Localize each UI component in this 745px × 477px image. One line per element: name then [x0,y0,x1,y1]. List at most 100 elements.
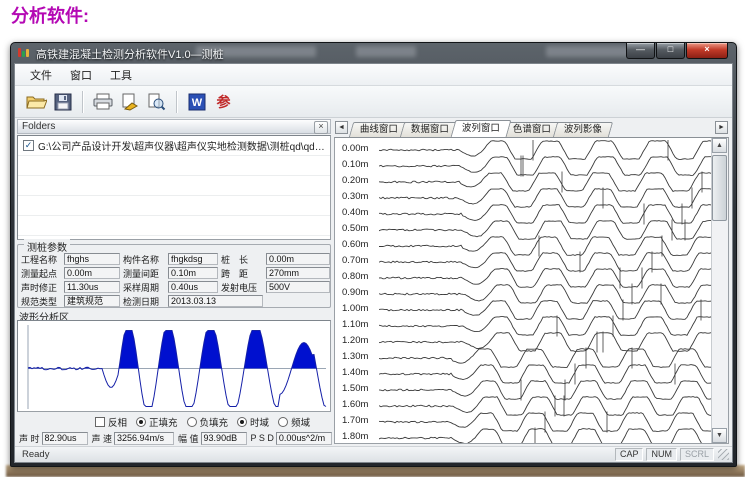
toolbar-separator [176,91,177,113]
param-field[interactable]: 0.40us [168,281,218,293]
folders-list[interactable]: ✓ G:\公司产品设计开发\超声仪器\超声仪实地检测数据\测桩qd\qd03\qd… [17,135,331,240]
wave-train-plot [379,140,715,444]
radio-icon [237,417,247,427]
param-field[interactable]: 11.30us [64,281,120,293]
titlebar-glass-smudge [356,46,416,57]
depth-label: 0.00m [342,143,368,154]
param-field[interactable]: 500V [266,281,330,293]
tab-strip: ◄ ► 曲线窗口数据窗口波列窗口色谱窗口波列影像 [334,119,729,137]
print-export-icon[interactable] [116,89,143,114]
invert-label: 反相 [108,415,127,429]
checkbox-icon [95,417,105,427]
svg-text:W: W [191,97,202,109]
depth-label: 0.80m [342,271,368,282]
status-cap: CAP [615,448,644,461]
window-body: 文件窗口工具 W参 Folders × ✓G:\公司产品设计开发\超声仪器\超声… [14,63,733,463]
param-field[interactable]: 270mm [266,267,330,279]
fill-negative-radio[interactable]: 负填充 [187,415,229,429]
waveform-options-row: 反相 正填充 负填充时域频域 [17,415,331,429]
depth-label: 0.20m [342,175,368,186]
print-icon[interactable] [89,89,116,114]
tab-scroll-left-icon[interactable]: ◄ [335,121,348,134]
toolbar-group-2: W参 [180,89,240,114]
freq-domain-radio[interactable]: 频域 [278,415,310,429]
word-icon[interactable]: W [183,89,210,114]
toolbar: W参 [15,86,732,118]
radio-icon [278,417,288,427]
param-field[interactable]: 2013.03.13 [168,295,263,307]
menu-item-tools[interactable]: 工具 [101,65,141,85]
psd-value[interactable]: 0.00us^2/m [276,432,332,445]
status-indicators: CAPNUMSCRL [612,448,714,461]
window-title: 高铁建混凝土检测分析软件V1.0—测桩 [36,46,224,62]
scroll-up-icon[interactable]: ▲ [712,138,727,153]
tab-scroll-right-icon[interactable]: ► [715,121,728,134]
folder-list-item[interactable]: ✓ G:\公司产品设计开发\超声仪器\超声仪实地检测数据\测桩qd\qd03\qd… [18,136,330,155]
minimize-icon: — [636,44,645,54]
folder-path-label: G:\公司产品设计开发\超声仪器\超声仪实地检测数据\测桩qd\qd03\qd0… [38,138,330,153]
fill-positive-radio[interactable]: 正填充 [136,415,178,429]
tab-label: 数据窗口 [411,123,449,137]
param-label: 测量间距 [123,267,165,280]
pile-params-grid: 工程名称fhghs构件名称fhgkdsg桩 长0.00m测量起点0.00m测量间… [21,253,327,305]
close-icon: × [704,44,709,54]
tab-label: 色谱窗口 [513,123,551,137]
param-label: 检测日期 [123,295,165,308]
depth-label: 1.60m [342,399,368,410]
depth-label: 0.50m [342,223,368,234]
fill-positive-label: 正填充 [149,415,178,429]
amplitude-value[interactable]: 93.90dB [201,432,247,445]
sound-time-value[interactable]: 82.90us [42,432,88,445]
param-field[interactable]: 0.00m [64,267,120,279]
depth-label: 0.60m [342,239,368,250]
main-area: Folders × ✓G:\公司产品设计开发\超声仪器\超声仪实地检测数据\测桩… [15,118,732,446]
readouts-row: 声 时82.90us声 速3256.94m/s幅 值93.90dBP S D0.… [17,431,333,445]
title-bar[interactable]: 高铁建混凝土检测分析软件V1.0—测桩 — □ × [11,43,736,63]
maximize-button[interactable]: □ [656,43,685,59]
param-label: 桩 长 [221,253,263,266]
close-button[interactable]: × [686,43,728,59]
param-field[interactable]: fhgkdsg [168,253,218,265]
open-folder-icon[interactable] [22,89,49,114]
status-bar: Ready CAPNUMSCRL [15,446,732,462]
param-field[interactable]: fhghs [64,253,120,265]
vertical-scrollbar[interactable]: ▲ ▼ [711,138,728,443]
reference-icon[interactable]: 参 [210,89,237,114]
status-text: Ready [18,449,49,460]
param-field[interactable]: 建筑规范 [64,295,120,307]
folders-close-button[interactable]: × [314,121,328,134]
param-field[interactable]: 0.00m [266,253,330,265]
param-label: 构件名称 [123,253,165,266]
invert-checkbox[interactable]: 反相 [95,415,127,429]
right-panel: ◄ ► 曲线窗口数据窗口波列窗口色谱窗口波列影像 ▲ ▼ 0.00m0.10m0… [334,119,729,444]
save-icon[interactable] [49,89,76,114]
tab-wave-image-window[interactable]: 波列影像 [553,122,613,137]
depth-label: 1.10m [342,319,368,330]
toolbar-group-1 [86,89,173,114]
depth-label: 1.00m [342,303,368,314]
depth-label: 1.20m [342,335,368,346]
page-heading: 分析软件: [11,2,89,28]
print-preview-icon[interactable] [143,89,170,114]
param-label: 发射电压 [221,281,263,294]
depth-label: 1.70m [342,415,368,426]
scrollbar-thumb[interactable] [712,155,727,221]
tab-wave-train-window[interactable]: 波列窗口 [451,120,512,137]
waveform-analysis-box [17,320,331,412]
resize-grip[interactable] [718,449,729,460]
fill-negative-label: 负填充 [200,415,229,429]
param-label: 规范类型 [21,295,61,308]
status-scrl: SCRL [680,448,714,461]
app-icon [18,48,31,59]
param-field[interactable]: 0.10m [168,267,218,279]
menu-item-window[interactable]: 窗口 [61,65,101,85]
tab-label: 波列影像 [564,123,602,137]
sound-speed-value[interactable]: 3256.94m/s [114,432,174,445]
time-domain-radio[interactable]: 时域 [237,415,269,429]
menu-item-file[interactable]: 文件 [21,65,61,85]
checkbox-icon[interactable]: ✓ [23,140,34,151]
scroll-down-icon[interactable]: ▼ [712,428,727,443]
param-label: 采样周期 [123,281,165,294]
window-controls: — □ × [625,43,728,59]
minimize-button[interactable]: — [626,43,655,59]
